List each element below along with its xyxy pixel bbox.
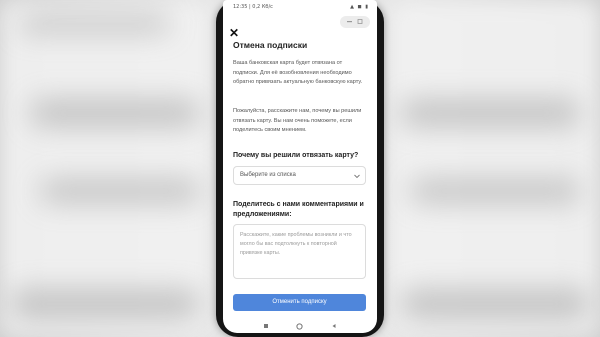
chevron-down-icon — [354, 174, 360, 179]
blurred-text — [410, 180, 580, 202]
status-bar: 12:35 | 0,2 Кб/с ▲ ◼ ▮ — [223, 0, 377, 14]
request-paragraph: Пожалуйста, расскажите нам, почему вы ре… — [233, 108, 362, 133]
blurred-text — [40, 180, 200, 202]
cancel-subscription-button[interactable]: Отменить подписку — [233, 294, 366, 311]
android-navbar — [223, 320, 377, 333]
info-paragraph: Ваша банковская карта будет отвязана от … — [233, 60, 363, 85]
blurred-text — [400, 100, 580, 126]
blurred-text — [30, 100, 200, 126]
reason-select-placeholder: Выберите из списка — [240, 172, 296, 178]
close-icon[interactable]: ✕ — [229, 27, 239, 39]
comments-placeholder: Расскажите, какие проблемы возникли и чт… — [240, 232, 352, 256]
status-time: 12:35 | 0,2 Кб/с — [233, 4, 273, 10]
nav-circle-icon[interactable] — [296, 323, 303, 330]
nav-square-icon[interactable] — [263, 323, 269, 329]
reason-select[interactable]: Выберите из списка — [233, 166, 366, 185]
status-icons: ▲ ◼ ▮ — [350, 4, 369, 10]
blurred-text — [10, 290, 200, 318]
blurred-text — [400, 290, 590, 318]
blurred-right-panel — [390, 0, 600, 337]
floating-window-controls[interactable] — [340, 16, 370, 28]
page-title: Отмена подписки — [233, 40, 308, 50]
comments-textarea[interactable]: Расскажите, какие проблемы возникли и чт… — [233, 224, 366, 279]
blurred-title — [20, 16, 170, 32]
comments-question: Поделитесь с нами комментариями и предло… — [233, 201, 364, 218]
blurred-left-panel — [0, 0, 210, 337]
window-controls-icon — [347, 19, 363, 24]
nav-back-icon[interactable] — [331, 323, 337, 329]
reason-question: Почему вы решили отвязать карту? — [233, 152, 359, 159]
